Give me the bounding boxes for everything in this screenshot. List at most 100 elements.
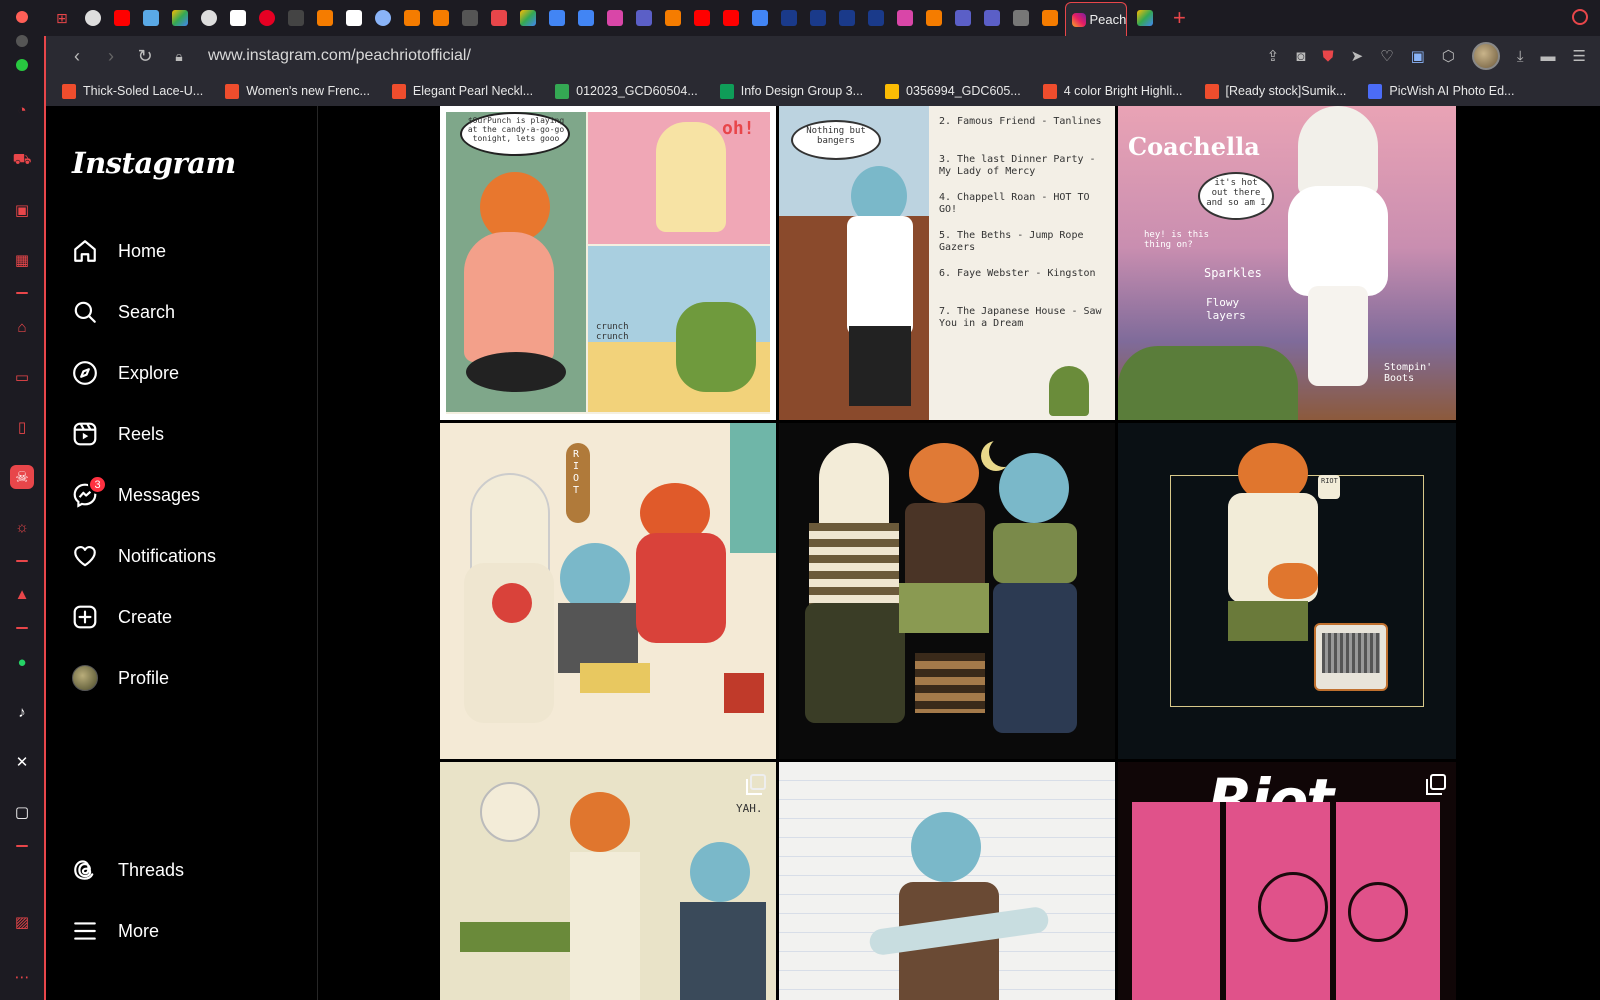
bookmark-item[interactable]: 012023_GCD60504... [555,83,698,99]
nav-explore[interactable]: Explore [70,349,300,397]
tab-blogger-icon[interactable] [404,10,420,26]
tab-teams-icon[interactable] [636,10,652,26]
tab-blogger-icon[interactable] [317,10,333,26]
browser-profile-avatar[interactable] [1471,42,1500,70]
bookmark-item[interactable]: Women's new Frenc... [225,83,370,99]
tab-globe-icon[interactable] [201,10,217,26]
tab-youtube-icon[interactable] [723,10,739,26]
extensions-icon[interactable]: ▦ [10,248,34,272]
tab-blogger-icon[interactable] [433,10,449,26]
nav-more[interactable]: More [70,907,300,955]
more-sidebar-icon[interactable]: ⋯ [10,965,34,989]
reload-button[interactable]: ↻ [128,46,162,67]
tab-app-icon[interactable] [781,10,797,26]
post-band-lineup[interactable] [779,423,1115,759]
minimize-window-button[interactable] [16,35,28,47]
close-window-button[interactable] [16,11,28,23]
aria-icon[interactable]: ▲ [10,582,34,606]
nav-threads[interactable]: Threads [70,846,300,894]
tab-app-icon[interactable] [288,10,304,26]
tab-app-icon[interactable] [1013,10,1029,26]
url-field[interactable]: www.instagram.com/peachriotofficial/ [208,47,471,65]
tab-search-icon[interactable] [1572,9,1588,25]
heart-icon[interactable]: ♡ [1380,47,1393,65]
nav-home[interactable]: Home [70,227,300,275]
bookmark-item[interactable]: Elegant Pearl Neckl... [391,83,533,99]
reading-list-icon[interactable]: ▯ [10,415,34,439]
tab-app-icon[interactable] [607,10,623,26]
tab-app-icon[interactable] [955,10,971,26]
tab-drive-icon[interactable] [172,10,188,26]
tab-app-icon[interactable] [810,10,826,26]
discord-icon[interactable]: ▢ [10,800,34,824]
adblock-shield-icon[interactable]: ⛊ [1322,48,1333,65]
bookmark-item[interactable]: Thick-Soled Lace-U... [62,83,203,99]
nav-reels[interactable]: Reels [70,410,300,458]
tab-docs-icon[interactable] [578,10,594,26]
maximize-window-button[interactable] [16,59,28,71]
tab-blogger-icon[interactable] [1042,10,1058,26]
theme-icon[interactable]: ☼ [10,515,34,539]
tab-docs-icon[interactable] [549,10,565,26]
nav-notifications[interactable]: Notifications [70,532,300,580]
post-comic[interactable]: $OurPunch is playing at the candy-a-go-g… [440,106,776,420]
battery-icon[interactable]: ▬ [1541,48,1556,65]
lock-icon[interactable]: 🔒︎ [162,48,196,65]
download-icon[interactable]: ⤓ [1517,48,1524,65]
tab-pinterest-icon[interactable] [259,10,275,26]
tab-instagram-active[interactable]: Peach [1064,2,1127,36]
tab-blogger-icon[interactable] [926,10,942,26]
tiktok-icon[interactable]: ♪ [10,700,34,724]
tab-globe-icon[interactable] [85,10,101,26]
tab-blogger-icon[interactable] [665,10,681,26]
cube-icon[interactable]: ⬡ [1442,47,1455,65]
bookmark-item[interactable]: PicWish AI Photo Ed... [1368,83,1514,99]
tab-app-icon[interactable] [984,10,1000,26]
tab-app-icon[interactable] [491,10,507,26]
post-setlist[interactable]: Nothing but bangers 2. Famous Friend - T… [779,106,1115,420]
tab-youtube-icon[interactable] [114,10,130,26]
bookmark-item[interactable]: Info Design Group 3... [719,83,863,99]
nav-search[interactable]: Search [70,288,300,336]
my-flow-icon[interactable]: ⛟ [10,148,34,172]
snapshot-icon[interactable]: ◙ [1296,48,1305,65]
forward-button[interactable]: › [94,46,128,67]
tab-app-icon[interactable] [143,10,159,26]
speed-dial-icon[interactable]: ◔ [10,98,34,122]
bookmark-item[interactable]: 0356994_GDC605... [885,83,1021,99]
share-icon[interactable]: ⇪ [1267,47,1280,65]
tab-app-icon[interactable] [839,10,855,26]
easy-setup-icon[interactable]: ☰ [1573,47,1586,65]
tab-app-icon[interactable] [868,10,884,26]
post-guitar-sketch[interactable] [779,762,1115,1000]
tab-docs-icon[interactable] [752,10,768,26]
gallery-icon[interactable]: ▨ [10,910,34,934]
home-sidebar-icon[interactable]: ⌂ [10,315,34,339]
post-band-trio[interactable]: RIOT [440,423,776,759]
bookmark-item[interactable]: 4 color Bright Highli... [1042,83,1183,99]
post-band-rehearsal[interactable]: YAH. [440,762,776,1000]
new-tab-button[interactable]: + [1173,5,1186,31]
bookmark-item[interactable]: [Ready stock]Sumik... [1204,83,1346,99]
tab-alien-icon[interactable] [375,10,391,26]
tab-drive-icon[interactable] [1136,10,1153,26]
whatsapp-icon[interactable]: ● [10,650,34,674]
post-riot-cover[interactable]: Riot [1118,762,1456,1000]
tab-drive-icon[interactable] [520,10,536,26]
tab-app-icon[interactable] [462,10,478,26]
nav-messages[interactable]: 3 Messages [70,471,300,519]
tab-gamepad-icon[interactable]: ⊞ [56,10,72,26]
tab-app-icon[interactable] [897,10,913,26]
back-button[interactable]: ‹ [60,46,94,67]
x-icon[interactable]: ✕ [10,750,34,774]
nav-profile[interactable]: Profile [70,654,300,702]
send-icon[interactable]: ➤ [1351,47,1364,65]
post-guitarist[interactable]: RIOT [1118,423,1456,759]
instagram-sidebar-icon[interactable]: ☠ [10,465,34,489]
tab-doc-icon[interactable] [346,10,362,26]
tab-io-icon[interactable] [230,10,246,26]
post-coachella[interactable]: Coachella it's hot out there and so am I… [1118,106,1456,420]
twitch-icon[interactable]: ▣ [10,198,34,222]
instagram-logo[interactable]: Instagram [72,146,236,180]
nav-create[interactable]: Create [70,593,300,641]
